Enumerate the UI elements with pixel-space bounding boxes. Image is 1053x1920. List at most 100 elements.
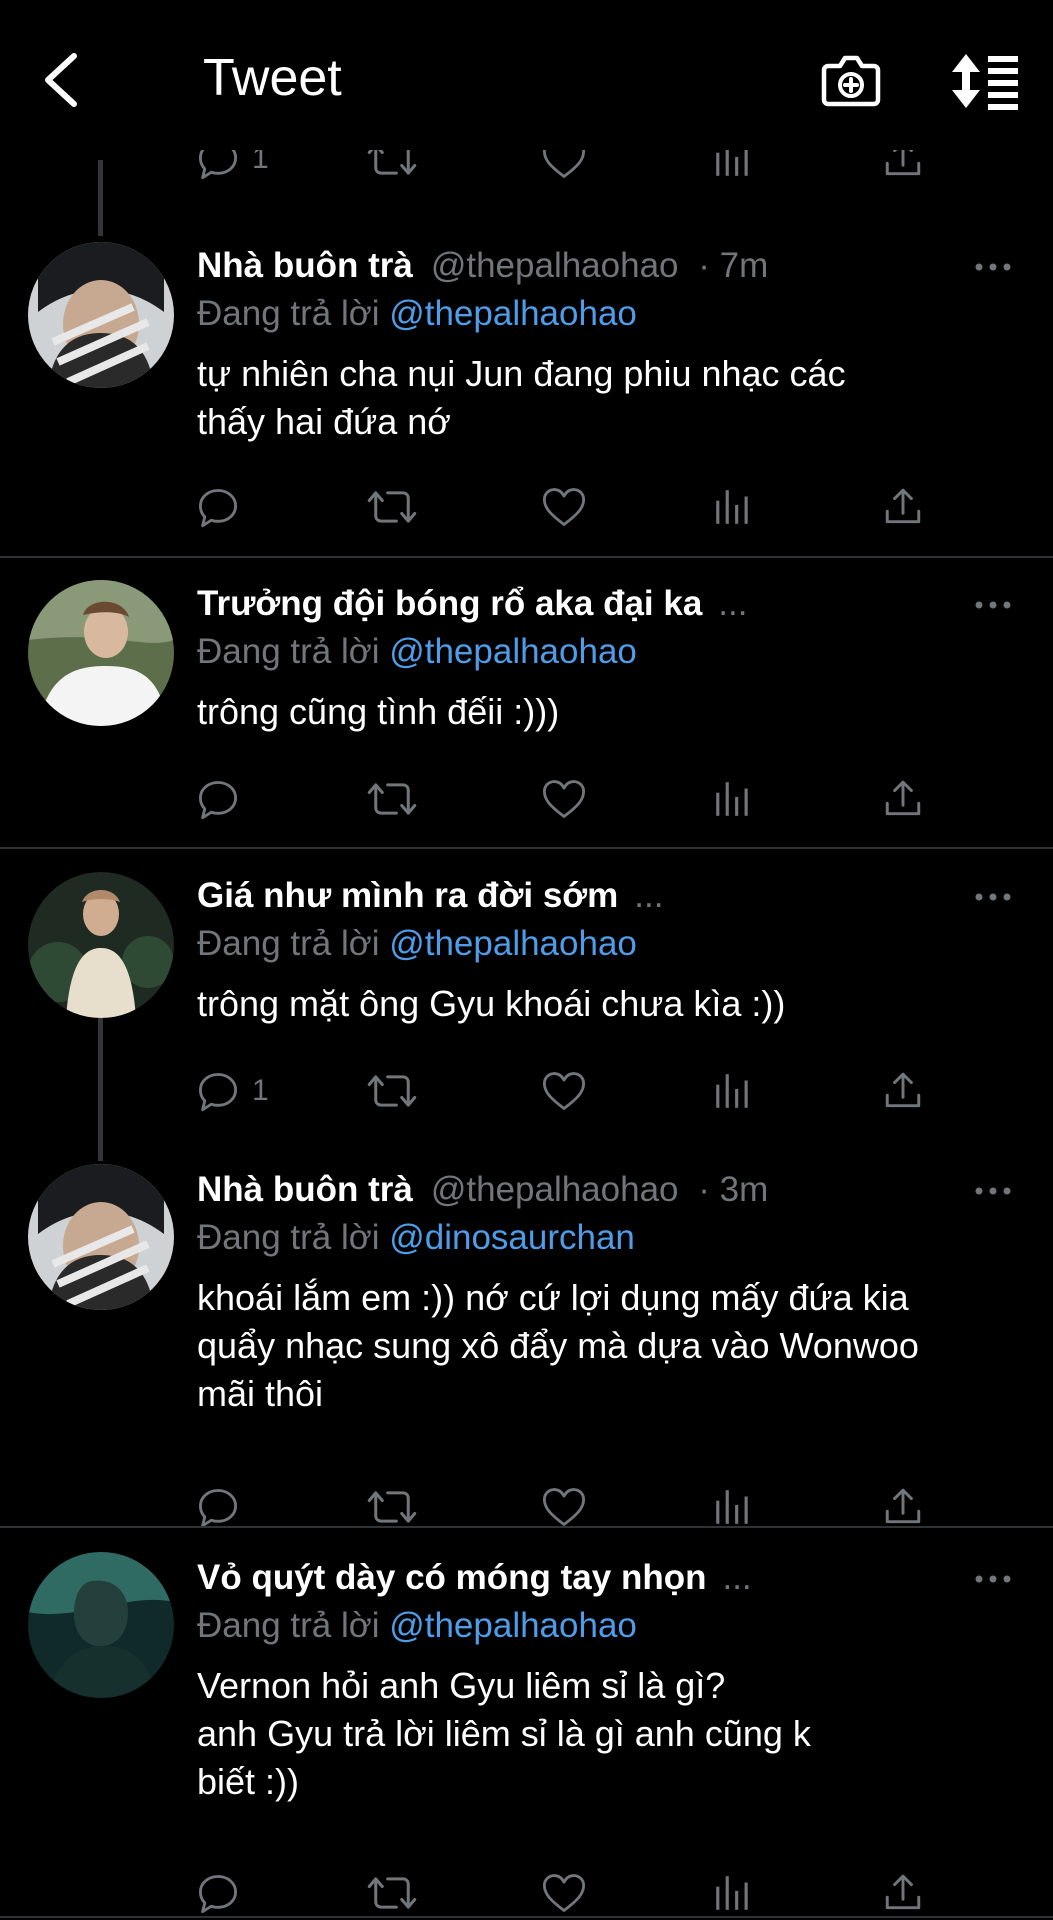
share-button[interactable] [882,1868,924,1918]
tweet-item[interactable]: Giá như mình ra đời sớm... Đang trả lời … [0,866,1053,1136]
tweet-item[interactable]: Trưởng đội bóng rổ aka đại ka... Đang tr… [0,574,1053,844]
like-button[interactable] [540,1868,588,1918]
reply-to-link[interactable]: @thepalhaohao [389,924,637,963]
reply-context: Đang trả lời @thepalhaohao [197,632,637,672]
top-bar: Tweet [0,0,1053,160]
tweet-actions [196,774,936,824]
reply-button[interactable] [196,1482,240,1532]
reply-context: Đang trả lời @thepalhaohao [197,294,637,334]
reply-context: Đang trả lời @dinosaurchan [197,1218,635,1258]
tweet-text-line: tự nhiên cha nụi Jun đang phiu nhạc các [197,353,846,394]
divider [0,556,1053,558]
more-options-icon[interactable] [973,598,1013,612]
page-title: Tweet [203,49,342,107]
tweet-header: Trưởng đội bóng rổ aka đại ka... [197,584,747,624]
back-arrow-icon[interactable] [38,50,88,110]
display-name[interactable]: Nhà buôn trà [197,1170,413,1209]
avatar[interactable] [28,580,174,726]
like-button[interactable] [540,1066,588,1116]
truncation-ellipsis: ... [634,876,664,915]
tweet-actions: 1 [196,1066,936,1116]
reply-prefix: Đang trả lời [197,294,380,333]
reply-to-link[interactable]: @dinosaurchan [389,1218,635,1257]
tweet-actions [196,482,936,532]
tweet-header: Nhà buôn trà @thepalhaohao · 3m [197,1170,768,1210]
reply-context: Đang trả lời @thepalhaohao [197,924,637,964]
reply-to-link[interactable]: @thepalhaohao [389,632,637,671]
tweet-header: Nhà buôn trà @thepalhaohao · 7m [197,246,768,286]
retweet-button[interactable] [366,1868,418,1918]
tweet-text-line: trông mặt ông Gyu khoái chưa kìa :)) [197,983,786,1024]
share-button[interactable] [882,774,924,824]
more-options-icon[interactable] [973,1184,1013,1198]
tweet-text-line: biết :)) [197,1761,300,1802]
avatar[interactable] [28,1552,174,1698]
like-button[interactable] [540,1482,588,1532]
tweet-text-line: khoái lắm em :)) nớ cứ lợi dụng mấy đứa … [197,1277,909,1318]
reply-prefix: Đang trả lời [197,632,380,671]
reply-button[interactable] [196,774,240,824]
more-options-icon[interactable] [973,890,1013,904]
tweet-text-line: quẩy nhạc sung xô đẩy mà dựa vào Wonwoo [197,1325,919,1366]
share-button[interactable] [882,1066,924,1116]
reply-button[interactable]: 1 [196,1066,269,1116]
stats-button[interactable] [712,1482,754,1532]
share-button[interactable] [882,150,924,184]
reply-button[interactable] [196,482,240,532]
reply-button[interactable] [196,1868,240,1918]
user-handle: @thepalhaohao [430,246,679,285]
display-name[interactable]: Nhà buôn trà [197,246,413,285]
tweet-text: tự nhiên cha nụi Jun đang phiu nhạc các … [197,350,1017,446]
reply-to-link[interactable]: @thepalhaohao [389,1606,637,1645]
timestamp: · 3m [698,1170,769,1209]
like-button[interactable] [540,482,588,532]
stats-button[interactable] [712,1868,754,1918]
stats-button[interactable] [712,482,754,532]
retweet-button[interactable] [366,1066,418,1116]
tweet-text-line: thấy hai đứa nớ [197,401,451,442]
display-name[interactable]: Vỏ quýt dày có móng tay nhọn [197,1558,706,1597]
tweet-item[interactable]: Nhà buôn trà @thepalhaohao · 3m Đang trả … [0,1160,1053,1520]
like-button[interactable] [540,150,588,184]
display-name[interactable]: Giá như mình ra đời sớm [197,876,618,915]
divider [0,1916,1053,1918]
tweet-text-line: anh Gyu trả lời liêm sỉ là gì anh cũng k [197,1713,811,1754]
retweet-button[interactable] [366,774,418,824]
reply-count: 1 [252,1074,269,1107]
tweet-text: khoái lắm em :)) nớ cứ lợi dụng mấy đứa … [197,1274,1017,1418]
reply-button[interactable]: 1 [196,150,269,184]
camera-add-icon[interactable] [820,50,882,110]
avatar[interactable] [28,872,174,1018]
stats-button[interactable] [712,150,754,184]
retweet-button[interactable] [366,1482,418,1532]
tweet-text: Vernon hỏi anh Gyu liêm sỉ là gì? anh Gy… [197,1662,1017,1806]
tweet-header: Vỏ quýt dày có móng tay nhọn... [197,1558,752,1598]
retweet-button[interactable] [366,150,418,184]
tweet-item[interactable]: Nhà buôn trà @thepalhaohao · 7m Đang trả … [0,236,1053,554]
share-button[interactable] [882,1482,924,1532]
divider [0,847,1053,849]
avatar[interactable] [28,1164,174,1310]
reply-to-link[interactable]: @thepalhaohao [389,294,637,333]
more-options-icon[interactable] [973,1572,1013,1586]
display-name[interactable]: Trưởng đội bóng rổ aka đại ka [197,584,702,623]
like-button[interactable] [540,774,588,824]
sort-replies-icon[interactable] [950,52,1020,110]
tweet-text: trông mặt ông Gyu khoái chưa kìa :)) [197,980,1017,1028]
avatar[interactable] [28,242,174,388]
stats-button[interactable] [712,774,754,824]
retweet-button[interactable] [366,482,418,532]
reply-prefix: Đang trả lời [197,924,380,963]
tweet-text-line: mãi thôi [197,1373,324,1414]
tweet-item[interactable]: Vỏ quýt dày có móng tay nhọn... Đang trả… [0,1548,1053,1918]
reply-context: Đang trả lời @thepalhaohao [197,1606,637,1646]
tweet-actions [196,1868,936,1918]
more-options-icon[interactable] [973,260,1013,274]
reply-count: 1 [252,150,269,175]
reply-prefix: Đang trả lời [197,1606,380,1645]
stats-button[interactable] [712,1066,754,1116]
share-button[interactable] [882,482,924,532]
tweet-text-line: trông cũng tình đếii :))) [197,691,560,732]
truncation-ellipsis: ... [722,1558,752,1597]
thread-connector [98,160,103,236]
